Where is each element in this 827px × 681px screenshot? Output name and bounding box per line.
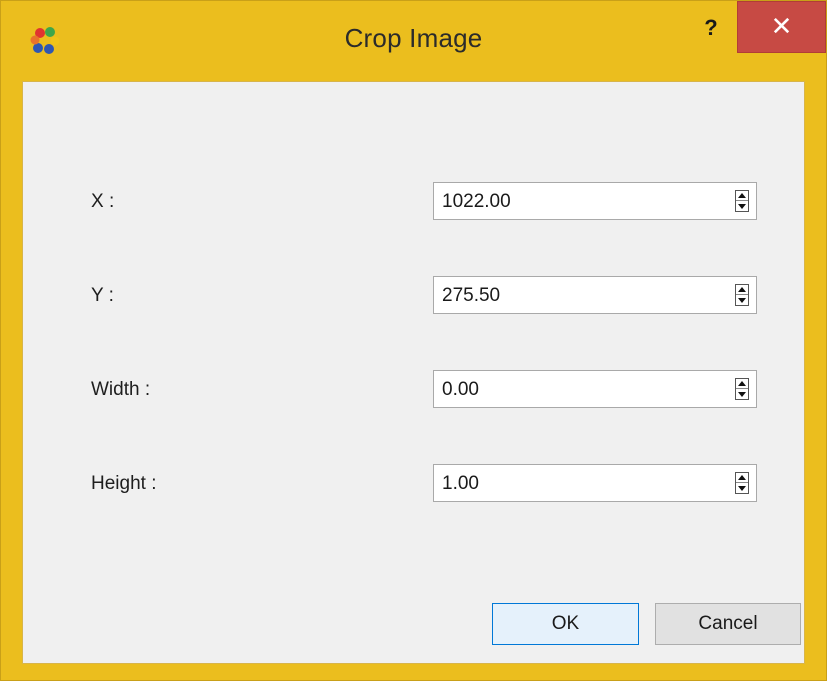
y-spin-buttons[interactable] <box>735 284 749 306</box>
help-button[interactable]: ? <box>691 11 731 45</box>
dialog-body: X : 1022.00 Y : 275.50 Width : 0.00 Heig… <box>22 81 805 664</box>
close-button[interactable]: ✕ <box>737 1 826 53</box>
height-spin-buttons[interactable] <box>735 472 749 494</box>
y-value[interactable]: 275.50 <box>442 285 500 307</box>
spin-divider <box>736 200 748 201</box>
spin-divider <box>736 388 748 389</box>
spin-up-arrow-icon[interactable] <box>738 475 746 480</box>
height-spinbox[interactable]: 1.00 <box>433 464 757 502</box>
y-spinbox[interactable]: 275.50 <box>433 276 757 314</box>
title-bar[interactable]: Crop Image ? ✕ <box>1 1 826 81</box>
height-label: Height : <box>91 473 157 494</box>
cancel-button[interactable]: Cancel <box>655 603 801 645</box>
ok-button[interactable]: OK <box>492 603 639 645</box>
spin-divider <box>736 482 748 483</box>
spin-up-arrow-icon[interactable] <box>738 193 746 198</box>
spin-up-arrow-icon[interactable] <box>738 287 746 292</box>
spin-down-arrow-icon[interactable] <box>738 486 746 491</box>
crop-image-dialog: Crop Image ? ✕ X : 1022.00 Y : 275.50 Wi… <box>0 0 827 681</box>
spin-down-arrow-icon[interactable] <box>738 204 746 209</box>
width-spinbox[interactable]: 0.00 <box>433 370 757 408</box>
spin-divider <box>736 294 748 295</box>
width-spin-buttons[interactable] <box>735 378 749 400</box>
width-label: Width : <box>91 379 151 400</box>
spin-down-arrow-icon[interactable] <box>738 392 746 397</box>
height-value[interactable]: 1.00 <box>442 473 479 495</box>
x-spinbox[interactable]: 1022.00 <box>433 182 757 220</box>
spin-up-arrow-icon[interactable] <box>738 381 746 386</box>
x-label: X : <box>91 191 115 212</box>
x-spin-buttons[interactable] <box>735 190 749 212</box>
y-label: Y : <box>91 285 114 306</box>
x-value[interactable]: 1022.00 <box>442 191 511 213</box>
spin-down-arrow-icon[interactable] <box>738 298 746 303</box>
width-value[interactable]: 0.00 <box>442 379 479 401</box>
